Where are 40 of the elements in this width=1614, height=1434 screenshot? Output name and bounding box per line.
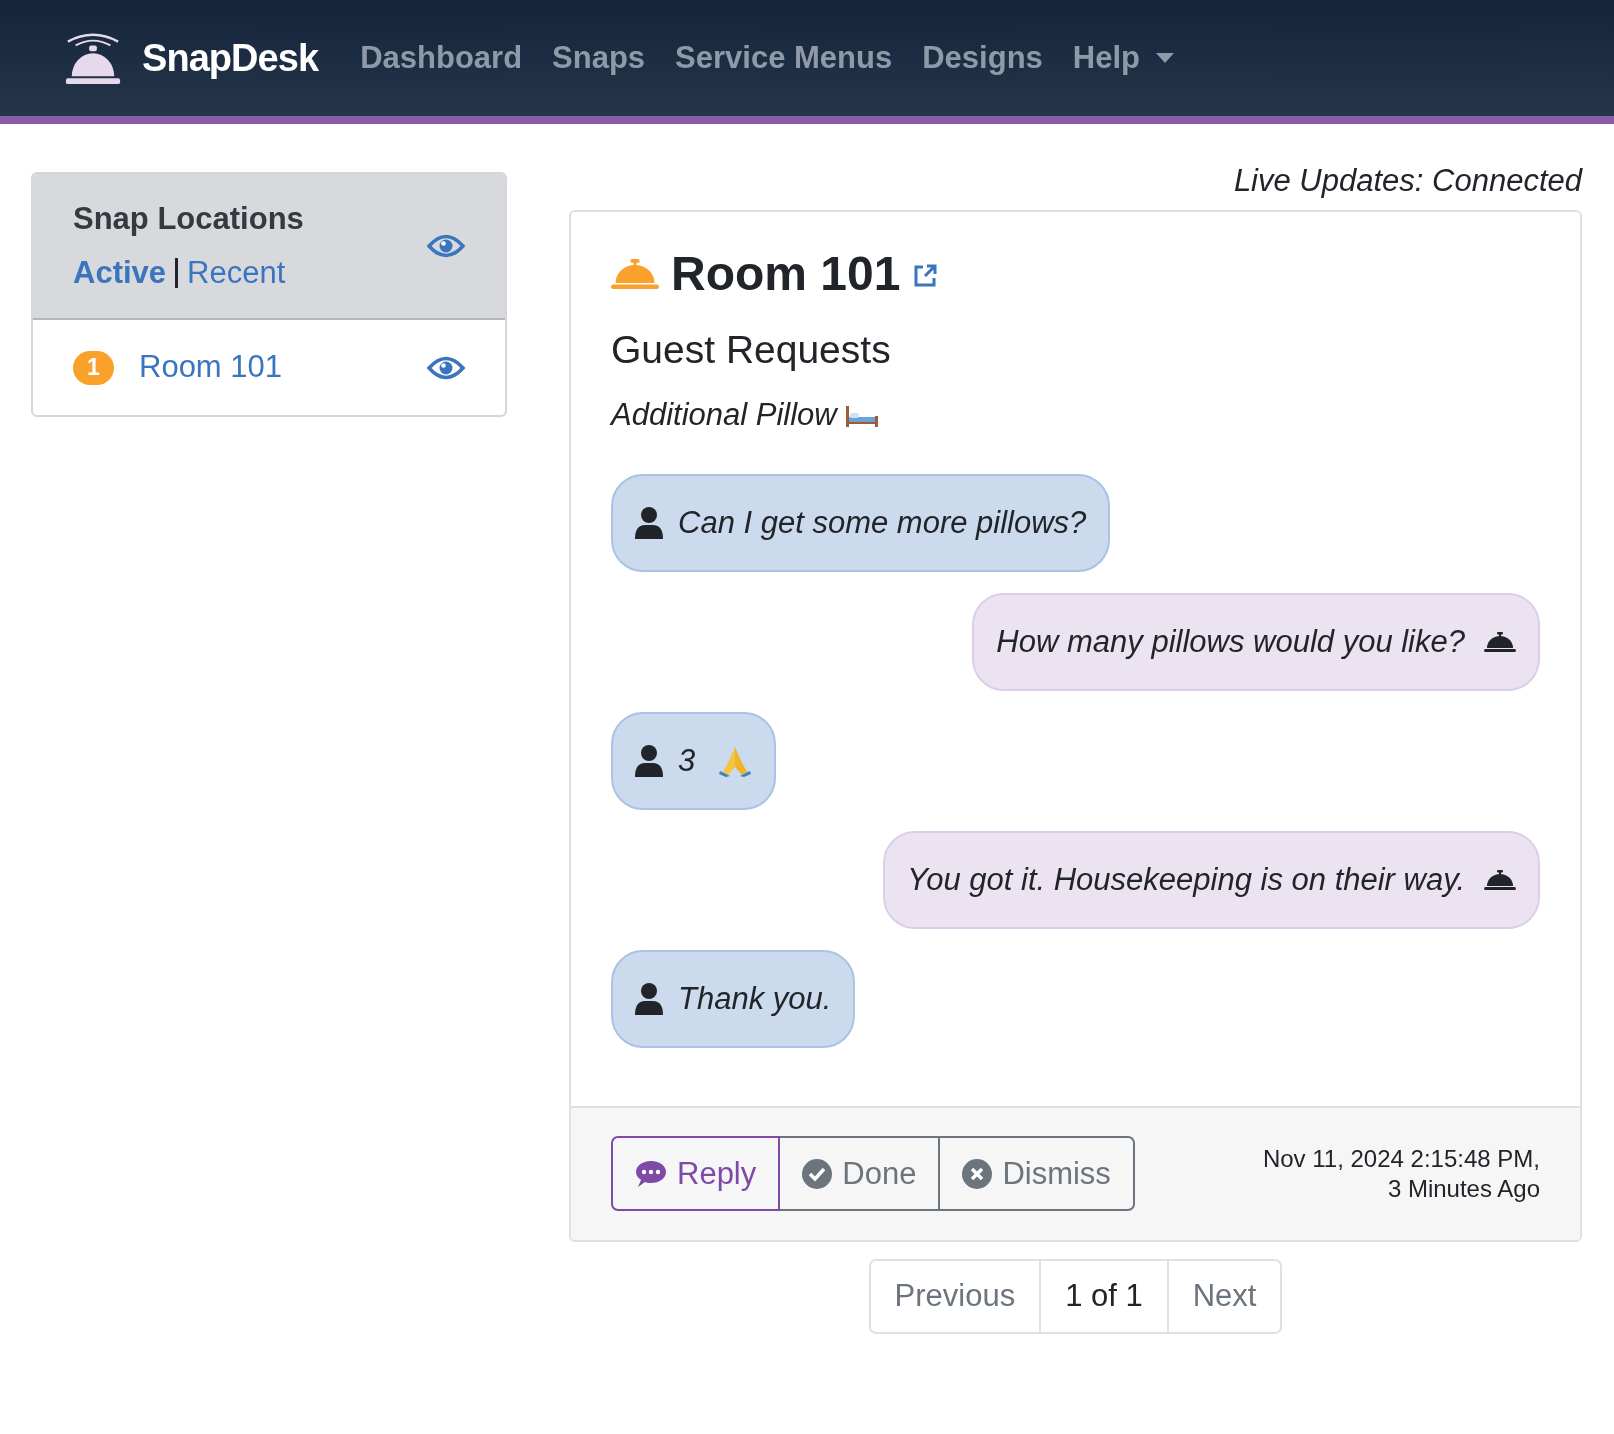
filter-link[interactable]: Active [73, 250, 167, 297]
nav-dropdown[interactable]: Help [1072, 34, 1174, 82]
message-text: Thank you. [678, 979, 832, 1018]
brand-name[interactable]: SnapDesk [142, 29, 319, 87]
bell-icon [1484, 868, 1516, 891]
bell-icon [1484, 630, 1516, 653]
message-text: 3 [678, 741, 696, 780]
eye-icon[interactable] [427, 354, 465, 381]
x-circle-icon [962, 1158, 993, 1189]
reply-button[interactable]: Reply [611, 1136, 781, 1212]
nav-link[interactable]: Snaps [552, 34, 646, 82]
pagination-item[interactable]: 1 of 1 [1039, 1258, 1169, 1334]
time-ago: 3 Minutes Ago [1387, 1173, 1540, 1204]
external-link-icon[interactable] [912, 262, 939, 289]
user-icon [635, 982, 663, 1015]
nav-link[interactable]: Service Menus [675, 34, 893, 82]
bell-icon [611, 257, 659, 290]
nav-link[interactable]: Dashboard [360, 34, 523, 82]
check-circle-icon [802, 1158, 833, 1189]
timestamp: Nov 11, 2024 2:15:48 PM, [1262, 1143, 1540, 1174]
location-link[interactable]: Room 101 [139, 344, 427, 391]
count-badge: 1 [73, 350, 114, 385]
section-heading: Guest Requests [611, 326, 892, 373]
request-name: Additional Pillow [611, 396, 837, 435]
user-icon [635, 506, 663, 539]
done-button[interactable]: Done [778, 1136, 941, 1212]
nav-link[interactable]: Designs [922, 34, 1043, 82]
bed-icon [844, 403, 879, 428]
chat-bubble-icon [635, 1158, 667, 1189]
message-text: How many pillows would you like? [996, 622, 1465, 661]
dismiss-button[interactable]: Dismiss [938, 1136, 1135, 1212]
message-text: Can I get some more pillows? [678, 503, 1087, 542]
message-text: You got it. Housekeeping is on their way. [907, 860, 1465, 899]
sidebar-title: Snap Locations [73, 199, 304, 238]
live-updates-status: Live Updates: Connected [1233, 162, 1582, 200]
user-icon [635, 744, 663, 777]
filter-link[interactable]: Recent [187, 250, 286, 297]
caret-icon [1156, 53, 1174, 63]
room-title: Room 101 [671, 249, 901, 298]
eye-icon[interactable] [427, 233, 465, 259]
